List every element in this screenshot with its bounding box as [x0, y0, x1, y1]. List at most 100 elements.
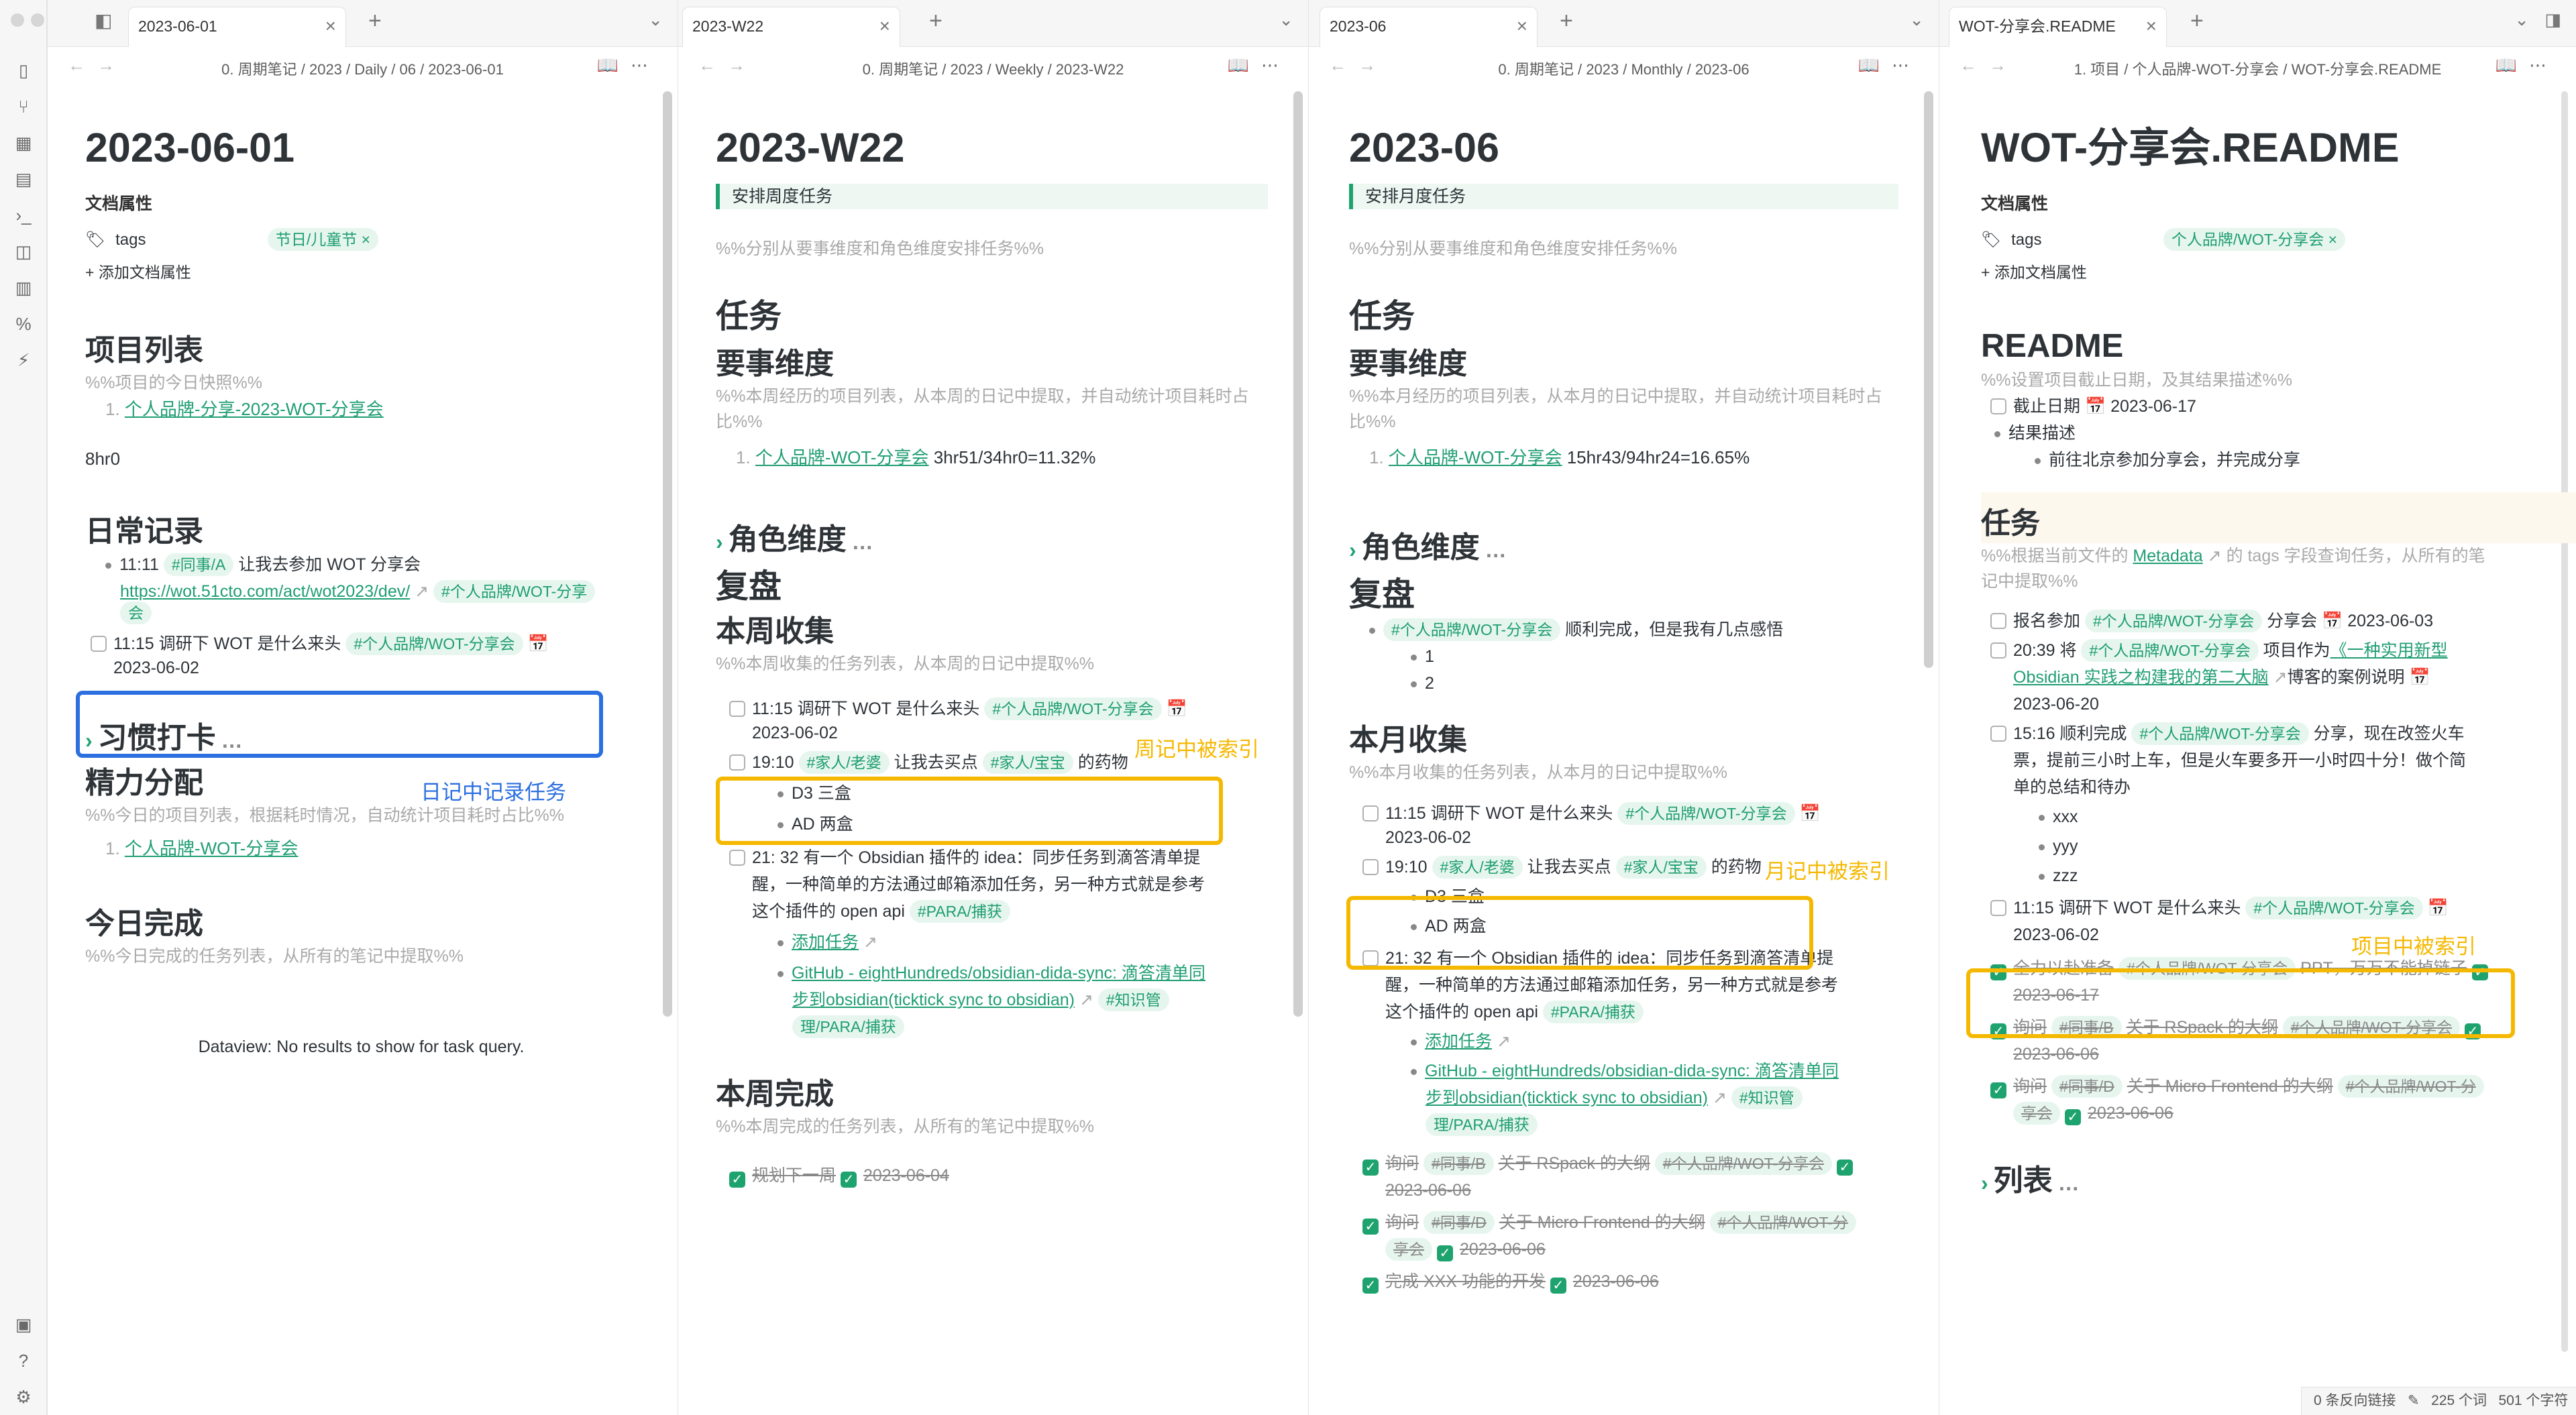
task-checkbox[interactable]	[1990, 642, 2006, 659]
task-checkbox-checked[interactable]: ✓	[1362, 1278, 1379, 1294]
add-property-button[interactable]: + 添加文档属性	[1981, 259, 2529, 286]
tag-chip[interactable]: #知识管	[1731, 1086, 1803, 1109]
task-checkbox[interactable]	[1990, 726, 2006, 742]
chevron-down-icon[interactable]: ⌄	[1909, 9, 1924, 30]
task-checkbox[interactable]	[1362, 805, 1379, 822]
chevron-down-icon[interactable]: ⌄	[1279, 9, 1293, 30]
grid-icon[interactable]: ▦	[0, 125, 47, 161]
task-checkbox[interactable]	[1990, 398, 2006, 414]
tag-chip[interactable]: #同事/D	[1423, 1211, 1495, 1234]
collapse-chevron-icon[interactable]: ›	[1981, 1171, 1988, 1195]
close-icon[interactable]: ×	[1517, 7, 1527, 45]
task-checkbox[interactable]	[91, 636, 107, 652]
close-icon[interactable]: ×	[2146, 7, 2157, 45]
minimize-window-button[interactable]	[31, 13, 44, 27]
tag-chip[interactable]: #个人品牌/WOT-分	[1709, 1211, 1856, 1234]
tag-chip[interactable]: #个人品牌/WOT-分享会	[345, 632, 523, 655]
tag-chip[interactable]: 享会	[1385, 1238, 1432, 1261]
add-property-button[interactable]: + 添加文档属性	[85, 259, 637, 286]
external-link[interactable]: GitHub - eightHundreds/obsidian-dida-syn…	[1425, 1062, 1839, 1080]
settings-gear-icon[interactable]: ⚙	[0, 1379, 47, 1415]
new-tab-icon[interactable]: +	[929, 8, 943, 34]
reading-mode-icon[interactable]: 📖⋯	[1228, 55, 1291, 76]
new-tab-icon[interactable]: +	[1560, 8, 1573, 34]
tag-chip[interactable]: #个人品牌/WOT-分享会	[2245, 897, 2423, 919]
task-checkbox-checked[interactable]: ✓	[1990, 1082, 2006, 1098]
task-checkbox[interactable]	[1990, 900, 2006, 916]
tag-chip[interactable]: #个人品牌/WOT-分享	[433, 580, 596, 603]
tag-chip[interactable]: #同事/B	[1423, 1152, 1494, 1175]
collapse-chevron-icon[interactable]: ›	[716, 530, 723, 554]
external-link[interactable]: https://wot.51cto.com/act/wot2023/dev/	[120, 582, 410, 601]
calendar-icon[interactable]: ▤	[0, 161, 47, 197]
collapse-chevron-icon[interactable]: ›	[1349, 538, 1356, 562]
tag-chip[interactable]: #PARA/捕获	[1542, 1001, 1644, 1023]
task-checkbox-checked[interactable]: ✓	[1362, 1159, 1379, 1176]
reading-mode-icon[interactable]: 📖⋯	[597, 55, 660, 76]
tag-chip[interactable]: #个人品牌/WOT-分享会	[1383, 618, 1561, 641]
reading-mode-icon[interactable]: 📖⋯	[2496, 55, 2559, 76]
help-icon[interactable]: ?	[0, 1343, 47, 1379]
breadcrumb[interactable]: 1. 项目 / 个人品牌-WOT-分享会 / WOT-分享会.README	[1939, 58, 2576, 79]
breadcrumb[interactable]: 0. 周期笔记 / 2023 / Daily / 06 / 2023-06-01	[48, 58, 678, 79]
tag-chip[interactable]: #个人品牌/WOT-分享会	[1617, 802, 1795, 825]
tab-weekly[interactable]: 2023-W22 ×	[682, 7, 900, 47]
close-icon[interactable]: ×	[879, 7, 890, 45]
breadcrumb[interactable]: 0. 周期笔记 / 2023 / Monthly / 2023-06	[1309, 58, 1939, 79]
project-link[interactable]: 个人品牌-分享-2023-WOT-分享会	[125, 399, 384, 419]
edit-icon[interactable]: ✎	[2408, 1393, 2420, 1408]
metadata-link[interactable]: Metadata	[2133, 547, 2202, 565]
task-checkbox[interactable]	[1362, 859, 1379, 875]
project-link[interactable]: 个人品牌-WOT-分享会	[755, 447, 929, 467]
external-link[interactable]: GitHub - eightHundreds/obsidian-dida-syn…	[792, 964, 1205, 982]
project-link[interactable]: 个人品牌-WOT-分享会	[125, 838, 299, 858]
task-checkbox-checked[interactable]: ✓	[1362, 1219, 1379, 1235]
task-checkbox[interactable]	[729, 850, 745, 866]
tag-chip[interactable]: #家人/宝宝	[1615, 856, 1707, 879]
tag-chip[interactable]: 个人品牌/WOT-分享会 ×	[2163, 228, 2346, 251]
file-icon[interactable]: ▯	[0, 52, 47, 89]
close-icon[interactable]: ×	[325, 7, 336, 45]
external-link[interactable]: 添加任务	[1425, 1032, 1492, 1051]
reading-mode-icon[interactable]: 📖⋯	[1858, 55, 1921, 76]
backlinks-count[interactable]: 0 条反向链接	[2314, 1393, 2396, 1408]
tag-chip[interactable]: #PARA/捕获	[909, 900, 1010, 923]
tag-chip[interactable]: #同事/D	[2051, 1075, 2123, 1098]
lightning-icon[interactable]: ⚡	[0, 342, 47, 378]
tag-chip[interactable]: #知识管	[1097, 988, 1169, 1011]
tag-chip[interactable]: 节日/儿童节 ×	[267, 228, 379, 251]
terminal-icon[interactable]: ›_	[0, 197, 47, 233]
tab-daily[interactable]: 2023-06-01 ×	[128, 7, 346, 47]
tag-chip[interactable]: #个人品牌/WOT-分	[2337, 1075, 2484, 1098]
tag-chip[interactable]: #家人/宝宝	[982, 751, 1073, 774]
close-window-button[interactable]	[11, 13, 24, 27]
task-checkbox[interactable]	[729, 754, 745, 771]
table-icon[interactable]: ▥	[0, 270, 47, 306]
heading-list[interactable]: › 列表…	[1981, 1162, 2529, 1202]
project-link[interactable]: 个人品牌-WOT-分享会	[1389, 447, 1562, 467]
breadcrumb[interactable]: 0. 周期笔记 / 2023 / Weekly / 2023-W22	[678, 58, 1308, 79]
tab-monthly[interactable]: 2023-06 ×	[1320, 7, 1538, 47]
external-link[interactable]: 添加任务	[792, 933, 859, 952]
heading-role[interactable]: › 角色维度…	[716, 520, 1268, 561]
tag-chip[interactable]: #家人/老婆	[798, 751, 890, 774]
template-icon[interactable]: %	[0, 306, 47, 342]
right-sidebar-toggle-icon[interactable]: ◨	[2544, 9, 2561, 30]
tag-chip[interactable]: #个人品牌/WOT-分享会	[984, 697, 1162, 720]
tag-chip[interactable]: 享会	[2013, 1102, 2060, 1125]
tag-chip[interactable]: #个人品牌/WOT-分享会	[2084, 610, 2263, 632]
blog-link[interactable]: Obsidian 实践之构建我的第二大脑	[2013, 668, 2269, 687]
blog-link[interactable]: 《一种实用新型	[2330, 641, 2448, 660]
tag-chip[interactable]: 会	[120, 602, 152, 624]
tag-chip[interactable]: #家人/老婆	[1432, 856, 1523, 879]
task-checkbox[interactable]	[729, 701, 745, 717]
tag-chip[interactable]: #个人品牌/WOT-分享会	[2131, 722, 2309, 745]
tab-readme[interactable]: WOT-分享会.README ×	[1949, 7, 2167, 47]
chevron-down-icon[interactable]: ⌄	[648, 9, 663, 30]
tag-chip[interactable]: #个人品牌/WOT-分享会	[1654, 1152, 1833, 1175]
new-tab-icon[interactable]: +	[2190, 8, 2204, 34]
tag-chip[interactable]: 理/PARA/捕获	[1426, 1113, 1538, 1136]
new-tab-icon[interactable]: +	[368, 8, 382, 34]
tag-chip[interactable]: #同事/A	[163, 553, 234, 576]
chevron-down-icon[interactable]: ⌄	[2514, 9, 2529, 30]
